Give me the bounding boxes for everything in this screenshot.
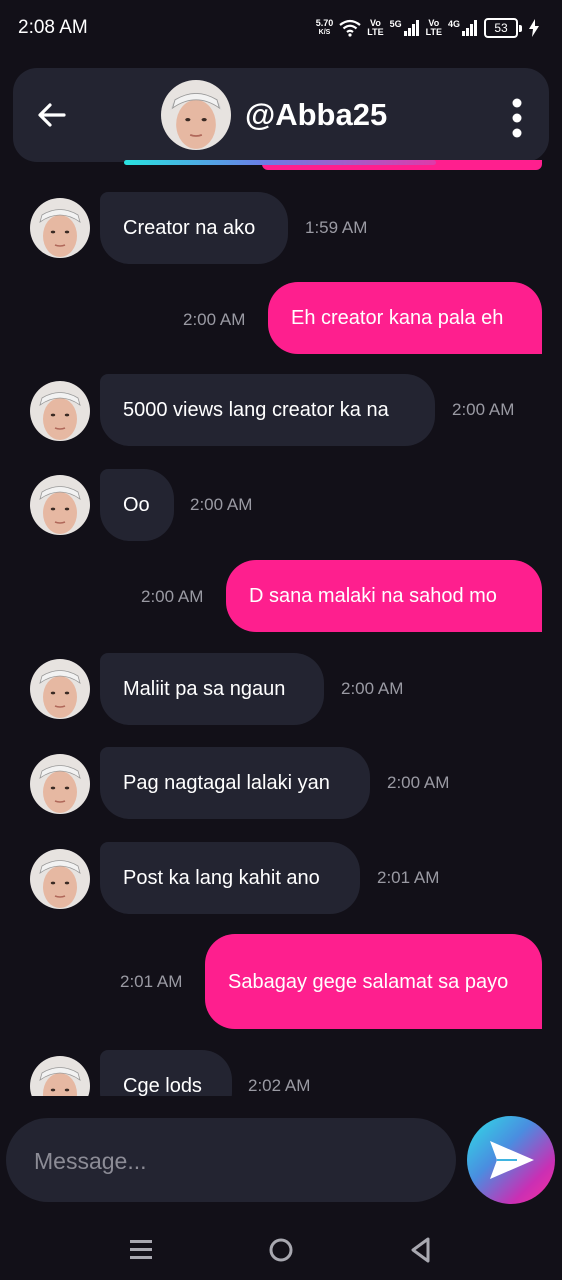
message-timestamp: 2:00 AM	[190, 495, 253, 514]
incoming-message-bubble[interactable]: Maliit pa sa ngaun	[100, 653, 324, 725]
outgoing-message-bubble[interactable]: D sana malaki na sahod mo	[226, 560, 542, 632]
message-timestamp: 1:59 AM	[305, 218, 368, 237]
avatar[interactable]	[30, 198, 90, 258]
message-input[interactable]	[32, 1118, 436, 1204]
volte-indicator-1: Vo LTE	[367, 18, 384, 37]
status-icons: 5.70 K/S Vo LTE 5G Vo LTE 4G 53	[316, 16, 540, 40]
avatar[interactable]	[30, 849, 90, 909]
send-icon	[490, 1141, 534, 1179]
chat-header: @Abba25	[13, 68, 549, 162]
signal-bars-icon	[462, 20, 477, 36]
message-composer	[6, 1118, 456, 1204]
wifi-icon	[339, 19, 361, 37]
avatar[interactable]	[30, 475, 90, 535]
signal-5g: 5G	[390, 20, 420, 36]
home-circle-icon[interactable]	[261, 1232, 301, 1268]
message-timestamp: 2:00 AM	[387, 773, 450, 792]
charging-icon	[529, 19, 539, 37]
header-accent	[124, 160, 542, 170]
volte-indicator-2: Vo LTE	[425, 18, 442, 37]
message-timestamp: 2:01 AM	[377, 868, 440, 887]
battery-indicator: 53	[484, 18, 522, 38]
signal-4g: 4G	[448, 20, 478, 36]
message-list[interactable]: Creator na ako 1:59 AM 2:00 AM Eh creato…	[0, 176, 562, 1096]
system-navigation-bar	[0, 1220, 562, 1280]
send-button[interactable]	[467, 1116, 555, 1204]
battery-level: 53	[484, 18, 518, 38]
message-timestamp: 2:02 AM	[248, 1076, 311, 1095]
message-timestamp: 2:00 AM	[183, 310, 246, 329]
message-timestamp: 2:00 AM	[141, 587, 204, 606]
avatar[interactable]	[30, 1056, 90, 1096]
menu-icon[interactable]	[121, 1232, 161, 1268]
avatar[interactable]	[30, 754, 90, 814]
message-timestamp: 2:00 AM	[452, 400, 515, 419]
status-bar: 2:08 AM 5.70 K/S Vo LTE 5G Vo LTE 4G 53	[0, 0, 562, 56]
arrow-left-icon[interactable]	[35, 98, 69, 132]
signal-bars-icon	[403, 20, 419, 36]
message-timestamp: 2:01 AM	[120, 972, 183, 991]
incoming-message-bubble[interactable]: Cge lods	[100, 1050, 232, 1096]
status-time: 2:08 AM	[18, 17, 88, 38]
incoming-message-bubble[interactable]: Pag nagtagal lalaki yan	[100, 747, 370, 819]
incoming-message-bubble[interactable]: 5000 views lang creator ka na	[100, 374, 435, 446]
incoming-message-bubble[interactable]: Oo	[100, 469, 174, 541]
more-vertical-icon[interactable]	[511, 98, 523, 138]
outgoing-message-bubble[interactable]: Eh creator kana pala eh	[268, 282, 542, 354]
avatar[interactable]	[161, 80, 231, 150]
avatar[interactable]	[30, 659, 90, 719]
incoming-message-bubble[interactable]: Creator na ako	[100, 192, 288, 264]
outgoing-message-bubble[interactable]: Sabagay gege salamat sa payo	[205, 934, 542, 1029]
message-timestamp: 2:00 AM	[341, 679, 404, 698]
incoming-message-bubble[interactable]: Post ka lang kahit ano	[100, 842, 360, 914]
back-triangle-icon[interactable]	[401, 1232, 441, 1268]
chat-username: @Abba25	[245, 97, 388, 132]
network-speed: 5.70 K/S	[315, 18, 334, 37]
avatar[interactable]	[30, 381, 90, 441]
